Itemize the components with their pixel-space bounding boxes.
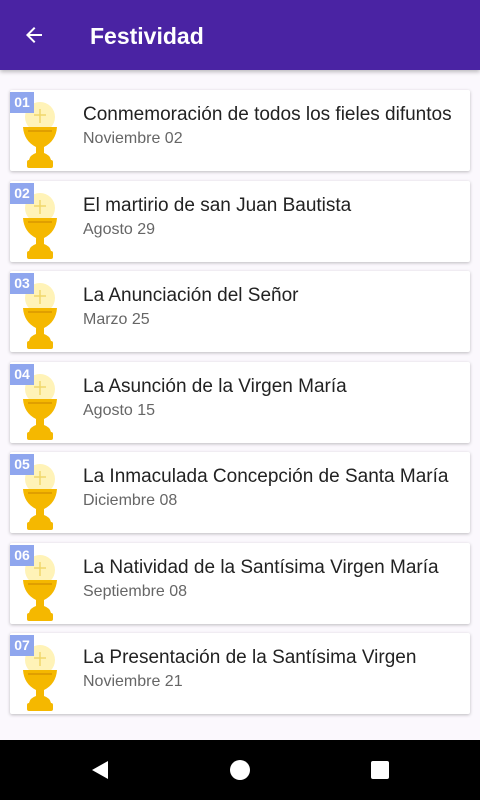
page-title: Festividad [90,23,204,49]
list-item[interactable]: 01 Conmemoración de todos los fieles dif… [10,90,470,171]
list-item[interactable]: 04 La Asunción de la Virgen María Agosto… [10,361,470,443]
item-title: Conmemoración de todos los fieles difunt… [83,104,452,125]
nav-recents-button[interactable] [360,750,400,790]
item-date: Marzo 25 [83,311,150,328]
item-date: Septiembre 08 [83,582,188,600]
item-title: La Inmaculada Concepción de Santa María [83,466,449,487]
app-bar: Festividad [0,0,480,70]
system-nav-bar [0,740,480,800]
nav-home-button[interactable] [220,750,260,790]
festivity-list: 01 Conmemoración de todos los fieles dif… [10,90,470,724]
item-number: 05 [10,454,34,475]
item-title: La Presentación de la Santísima Virgen [83,647,417,668]
item-date: Diciembre 08 [83,492,178,509]
item-title: La Asunción de la Virgen María [83,375,347,397]
item-title: La Natividad de la Santísima Virgen Marí… [83,556,439,578]
list-item[interactable]: 05 La Inmaculada Concepción de Santa Mar… [10,452,470,533]
item-number: 04 [10,363,34,385]
nav-back-button[interactable] [80,750,120,790]
item-title: El martirio de san Juan Bautista [83,194,352,216]
item-date: Noviembre 02 [83,130,183,147]
item-number: 07 [10,635,34,656]
nav-home-icon [230,760,250,780]
item-title: La Anunciación del Señor [83,285,299,306]
list-item[interactable]: 03 La Anunciación del Señor Marzo 25 [10,271,470,352]
list-item[interactable]: 07 La Presentación de la Santísima Virge… [10,633,470,714]
back-button[interactable] [14,15,54,55]
list-item[interactable]: 06 La Natividad de la Santísima Virgen M… [10,542,470,624]
item-date: Agosto 29 [83,220,156,238]
arrow-back-icon [26,27,42,43]
item-number: 03 [10,273,34,294]
item-number: 02 [10,182,34,204]
nav-back-icon [92,761,108,779]
item-date: Agosto 15 [83,401,156,419]
item-date: Noviembre 21 [83,673,183,690]
nav-recents-icon [371,761,389,779]
item-number: 06 [10,544,34,566]
list-item[interactable]: 02 El martirio de san Juan Bautista Agos… [10,180,470,262]
item-number: 01 [10,92,34,113]
